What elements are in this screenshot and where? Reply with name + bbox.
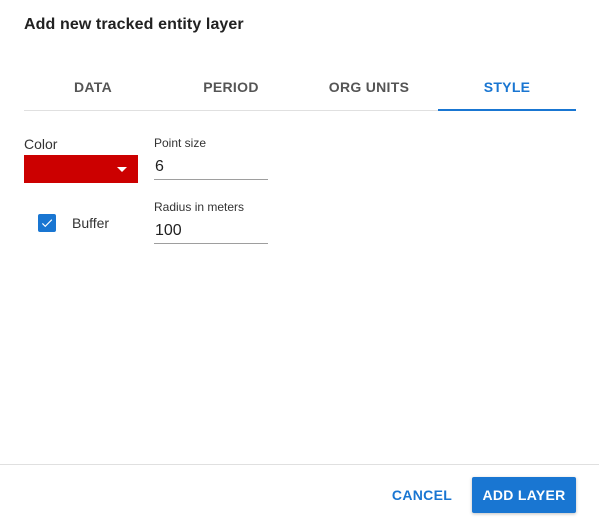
buffer-checkbox-row[interactable]: Buffer [38,214,109,232]
point-size-field: Point size [154,136,268,180]
color-label: Color [24,136,58,152]
radius-label: Radius in meters [154,200,245,214]
checkmark-icon [41,219,53,228]
add-layer-button[interactable]: ADD LAYER [472,477,576,513]
caret-down-icon [117,167,127,172]
tab-bar: DATA PERIOD ORG UNITS STYLE [24,64,576,111]
tab-org-units[interactable]: ORG UNITS [300,64,438,110]
footer-divider [0,464,599,465]
point-size-label: Point size [154,136,207,150]
tab-data[interactable]: DATA [24,64,162,110]
point-size-input[interactable] [154,154,268,180]
tab-period[interactable]: PERIOD [162,64,300,110]
buffer-label: Buffer [72,215,110,231]
color-picker-button[interactable] [24,155,138,183]
add-layer-dialog: Add new tracked entity layer DATA PERIOD… [0,0,599,525]
buffer-checkbox[interactable] [38,214,56,232]
dialog-title: Add new tracked entity layer [24,16,244,33]
tab-style[interactable]: STYLE [438,64,576,111]
radius-field: Radius in meters [154,200,268,244]
radius-input[interactable] [154,218,268,244]
cancel-button[interactable]: CANCEL [388,477,456,513]
